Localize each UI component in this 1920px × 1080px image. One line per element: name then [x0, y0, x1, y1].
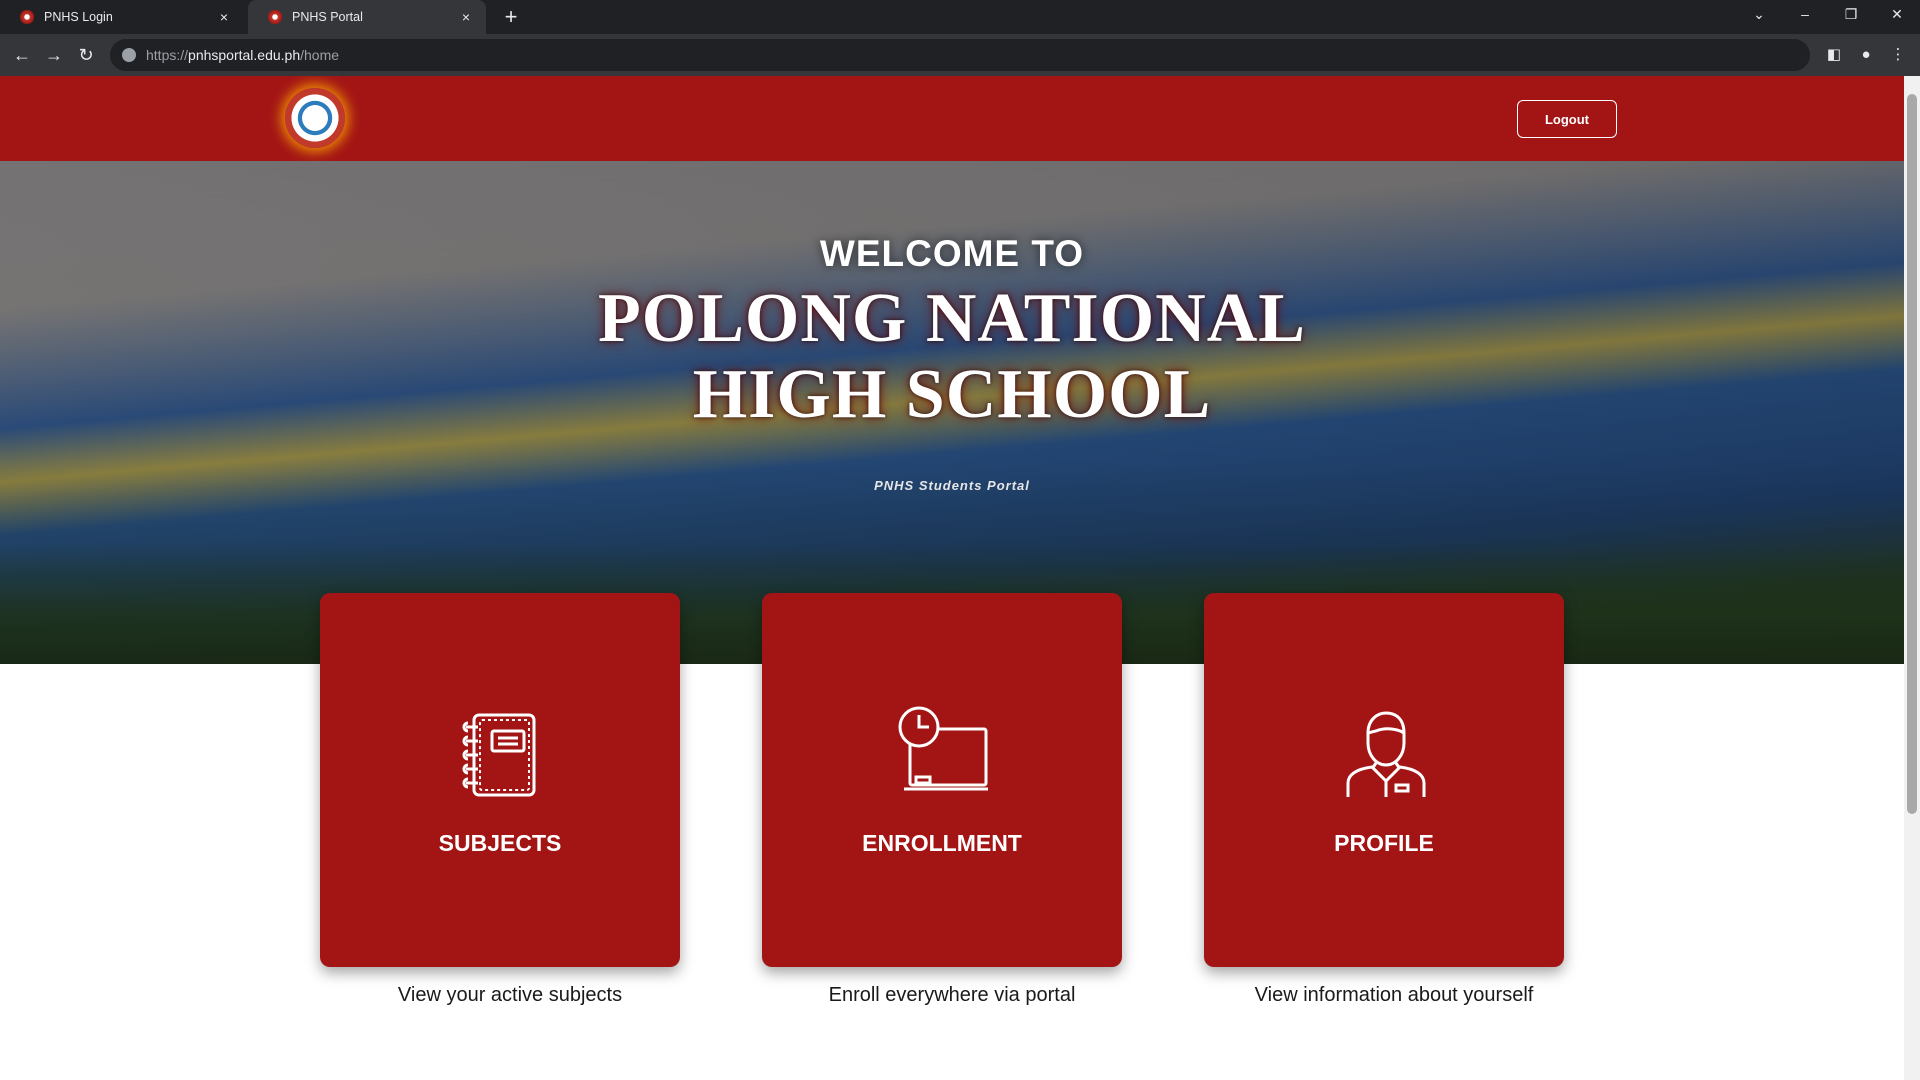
subjects-description: View your active subjects — [397, 984, 623, 1006]
url-scheme: https:// — [146, 47, 189, 63]
tab-search-icon[interactable]: ⌄ — [1736, 0, 1782, 28]
tab-pnhs-portal[interactable]: PNHS Portal × — [248, 0, 486, 34]
profile-card[interactable]: PROFILE — [1204, 593, 1564, 967]
site-info-icon[interactable] — [122, 48, 136, 62]
browser-toolbar: ← → ↻ https://pnhsportal.edu.ph/home ◧ ●… — [0, 34, 1920, 76]
subjects-card-title: SUBJECTS — [438, 830, 562, 856]
reload-icon[interactable]: ↻ — [74, 43, 98, 67]
address-bar[interactable]: https://pnhsportal.edu.ph/home — [110, 39, 1810, 71]
forward-arrow-icon[interactable]: → — [42, 43, 66, 67]
tab-close-icon[interactable]: × — [458, 9, 474, 25]
school-logo[interactable] — [285, 88, 345, 148]
portal-tagline: PNHS Students Portal — [874, 478, 1030, 493]
tab-title: PNHS Portal — [292, 10, 363, 24]
tab-close-icon[interactable]: × — [216, 9, 232, 25]
new-tab-button[interactable]: + — [498, 4, 524, 30]
school-name-line1: POLONG NATIONAL — [598, 280, 1306, 357]
window-controls: ⌄ – ❐ ✕ — [1736, 0, 1920, 28]
page-scrollbar[interactable] — [1904, 76, 1920, 1080]
school-name-heading: POLONG NATIONAL HIGH SCHOOL — [0, 281, 1904, 433]
logout-button[interactable]: Logout — [1517, 100, 1617, 138]
url-path: /home — [300, 47, 340, 63]
restore-icon[interactable]: ❐ — [1828, 0, 1874, 28]
profile-card-title: PROFILE — [1334, 830, 1434, 856]
browser-tab-bar: PNHS Login × PNHS Portal × + ⌄ – ❐ ✕ — [0, 0, 1920, 34]
school-name-line2: HIGH SCHOOL — [692, 356, 1212, 433]
school-favicon-icon — [20, 10, 34, 24]
page-viewport: Logout WELCOME TO POLONG NATIONAL HIGH S… — [0, 76, 1904, 1080]
classroom-clock-icon — [898, 706, 988, 791]
enrollment-card-title: ENROLLMENT — [862, 830, 1022, 856]
menu-kebab-icon[interactable]: ⋮ — [1886, 43, 1910, 67]
minimize-icon[interactable]: – — [1782, 0, 1828, 28]
tab-pnhs-login[interactable]: PNHS Login × — [0, 0, 244, 34]
profile-description: View information about yourself — [1254, 984, 1534, 1006]
enrollment-card[interactable]: ENROLLMENT — [762, 593, 1122, 967]
enrollment-description: Enroll everywhere via portal — [828, 984, 1076, 1006]
student-icon — [1346, 711, 1426, 797]
profile-icon[interactable]: ● — [1854, 43, 1878, 67]
side-panel-icon[interactable]: ◧ — [1822, 43, 1846, 67]
notebook-icon — [462, 713, 536, 797]
back-arrow-icon[interactable]: ← — [10, 43, 34, 67]
subjects-card[interactable]: SUBJECTS — [320, 593, 680, 967]
close-window-icon[interactable]: ✕ — [1874, 0, 1920, 28]
url-text: https://pnhsportal.edu.ph/home — [146, 47, 339, 63]
school-favicon-icon — [268, 10, 282, 24]
scrollbar-thumb[interactable] — [1907, 94, 1917, 814]
tab-title: PNHS Login — [44, 10, 113, 24]
url-host: pnhsportal.edu.ph — [188, 47, 301, 63]
site-header: Logout — [0, 76, 1904, 161]
welcome-heading: WELCOME TO — [819, 233, 1085, 274]
